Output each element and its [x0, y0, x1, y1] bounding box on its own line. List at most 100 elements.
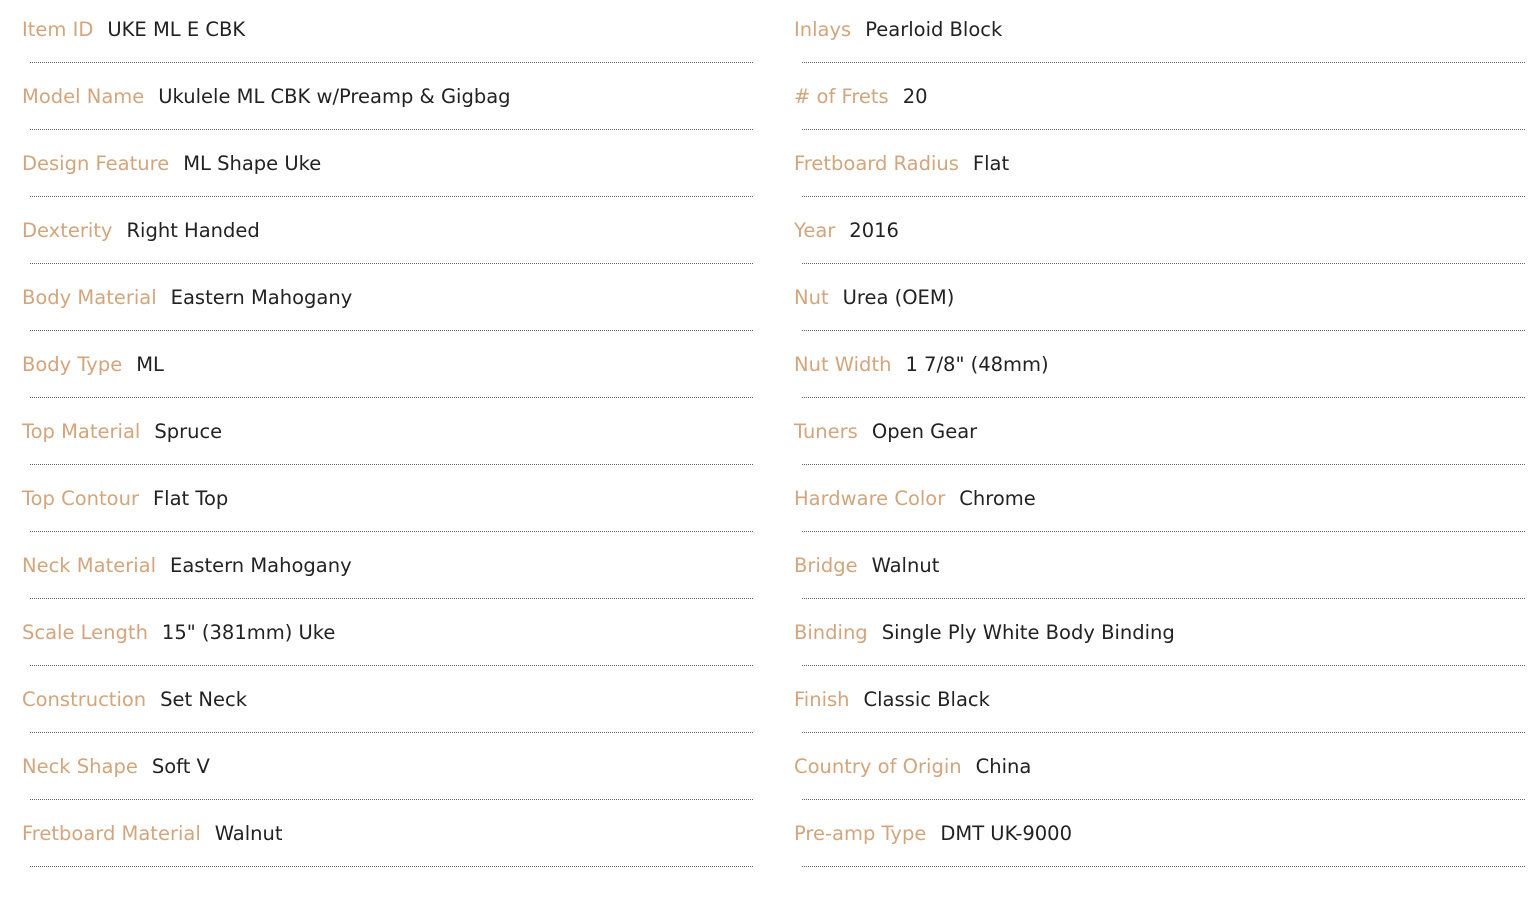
spec-row: Neck Shape Soft V	[22, 737, 753, 804]
dotted-divider	[30, 866, 753, 867]
spec-sheet: Item ID UKE ML E CBK Model Name Ukulele ML …	[0, 0, 1536, 901]
spec-value: Chrome	[959, 487, 1036, 510]
spec-value: Eastern Mahogany	[170, 554, 352, 577]
spec-value: Ukulele ML CBK w/Preamp & Gigbag	[158, 85, 511, 108]
spec-label: Tuners	[794, 420, 858, 443]
spec-value: 1 7/8" (48mm)	[905, 353, 1049, 376]
spec-row: Inlays Pearloid Block	[794, 0, 1525, 67]
spec-row: Bridge Walnut	[794, 536, 1525, 603]
spec-value: Classic Black	[863, 688, 990, 711]
spec-entry: Finish Classic Black	[794, 688, 990, 712]
spec-label: Neck Material	[22, 554, 157, 577]
spec-value: 20	[902, 85, 928, 108]
spec-row: Model Name Ukulele ML CBK w/Preamp & Gigb…	[22, 67, 753, 134]
dotted-divider	[30, 129, 753, 130]
spec-row: Year 2016	[794, 201, 1525, 268]
spec-entry: Body Type ML	[22, 353, 164, 377]
spec-row: Finish Classic Black	[794, 670, 1525, 737]
spec-row: Hardware Color Chrome	[794, 469, 1525, 536]
spec-value: Walnut	[214, 822, 283, 845]
spec-label: Country of Origin	[794, 755, 962, 778]
spec-row: Construction Set Neck	[22, 670, 753, 737]
spec-row: Pre-amp Type DMT UK-9000	[794, 804, 1525, 871]
dotted-divider	[802, 732, 1525, 733]
dotted-divider	[30, 732, 753, 733]
spec-row: Top Material Spruce	[22, 402, 753, 469]
spec-label: Inlays	[794, 18, 852, 41]
spec-entry: Hardware Color Chrome	[794, 487, 1036, 511]
spec-label: Design Feature	[22, 152, 170, 175]
spec-value: Eastern Mahogany	[170, 286, 353, 309]
spec-entry: Model Name Ukulele ML CBK w/Preamp & Gigb…	[22, 85, 511, 109]
spec-label: Item ID	[22, 18, 94, 41]
spec-row: Scale Length 15" (381mm) Uke	[22, 603, 753, 670]
spec-entry: Design Feature ML Shape Uke	[22, 152, 321, 176]
dotted-divider	[802, 129, 1525, 130]
spec-entry: Item ID UKE ML E CBK	[22, 18, 245, 42]
spec-entry: Fretboard Material Walnut	[22, 822, 283, 846]
spec-label: Construction	[22, 688, 147, 711]
spec-entry: Pre-amp Type DMT UK-9000	[794, 822, 1072, 846]
spec-row: Dexterity Right Handed	[22, 201, 753, 268]
spec-value: 2016	[849, 219, 899, 242]
spec-entry: Top Contour Flat Top	[22, 487, 228, 511]
spec-row: Item ID UKE ML E CBK	[22, 0, 753, 67]
spec-value: Spruce	[154, 420, 223, 443]
spec-label: Fretboard Radius	[794, 152, 959, 175]
spec-label: Pre-amp Type	[794, 822, 927, 845]
spec-entry: Tuners Open Gear	[794, 420, 977, 444]
dotted-divider	[30, 799, 753, 800]
spec-value: 15" (381mm) Uke	[161, 621, 336, 644]
spec-value: ML Shape Uke	[183, 152, 322, 175]
spec-label: Neck Shape	[22, 755, 138, 778]
spec-row: Binding Single Ply White Body Binding	[794, 603, 1525, 670]
dotted-divider	[802, 62, 1525, 63]
spec-label: # of Frets	[794, 85, 889, 108]
spec-entry: # of Frets 20	[794, 85, 928, 109]
spec-value: Set Neck	[160, 688, 247, 711]
spec-value: Single Ply White Body Binding	[881, 621, 1175, 644]
spec-value: UKE ML E CBK	[107, 18, 246, 41]
spec-row: Neck Material Eastern Mahogany	[22, 536, 753, 603]
spec-entry: Dexterity Right Handed	[22, 219, 260, 243]
spec-label: Fretboard Material	[22, 822, 201, 845]
dotted-divider	[30, 531, 753, 532]
spec-row: Nut Urea (OEM)	[794, 268, 1525, 335]
spec-row: Nut Width 1 7/8" (48mm)	[794, 335, 1525, 402]
spec-entry: Neck Material Eastern Mahogany	[22, 554, 352, 578]
dotted-divider	[802, 196, 1525, 197]
spec-value: Urea (OEM)	[842, 286, 955, 309]
spec-row: # of Frets 20	[794, 67, 1525, 134]
dotted-divider	[30, 464, 753, 465]
spec-value: DMT UK-9000	[940, 822, 1072, 845]
dotted-divider	[802, 464, 1525, 465]
spec-label: Top Contour	[22, 487, 139, 510]
spec-row: Body Material Eastern Mahogany	[22, 268, 753, 335]
spec-value: China	[975, 755, 1032, 778]
dotted-divider	[30, 62, 753, 63]
spec-entry: Nut Width 1 7/8" (48mm)	[794, 353, 1049, 377]
dotted-divider	[30, 263, 753, 264]
spec-label: Model Name	[22, 85, 145, 108]
spec-label: Nut	[794, 286, 829, 309]
spec-entry: Scale Length 15" (381mm) Uke	[22, 621, 335, 645]
dotted-divider	[802, 598, 1525, 599]
spec-label: Binding	[794, 621, 868, 644]
spec-row: Top Contour Flat Top	[22, 469, 753, 536]
spec-entry: Fretboard Radius Flat	[794, 152, 1009, 176]
spec-value: Walnut	[871, 554, 940, 577]
spec-column-right: Inlays Pearloid Block # of Frets 20 Fretboar…	[794, 0, 1525, 871]
spec-row: Body Type ML	[22, 335, 753, 402]
dotted-divider	[802, 397, 1525, 398]
spec-label: Bridge	[794, 554, 858, 577]
spec-row: Fretboard Radius Flat	[794, 134, 1525, 201]
dotted-divider	[30, 397, 753, 398]
spec-row: Design Feature ML Shape Uke	[22, 134, 753, 201]
spec-column-left: Item ID UKE ML E CBK Model Name Ukulele ML …	[22, 0, 753, 871]
spec-entry: Body Material Eastern Mahogany	[22, 286, 352, 310]
spec-value: ML	[136, 353, 164, 376]
spec-row: Country of Origin China	[794, 737, 1525, 804]
spec-label: Dexterity	[22, 219, 113, 242]
dotted-divider	[802, 866, 1525, 867]
dotted-divider	[30, 330, 753, 331]
